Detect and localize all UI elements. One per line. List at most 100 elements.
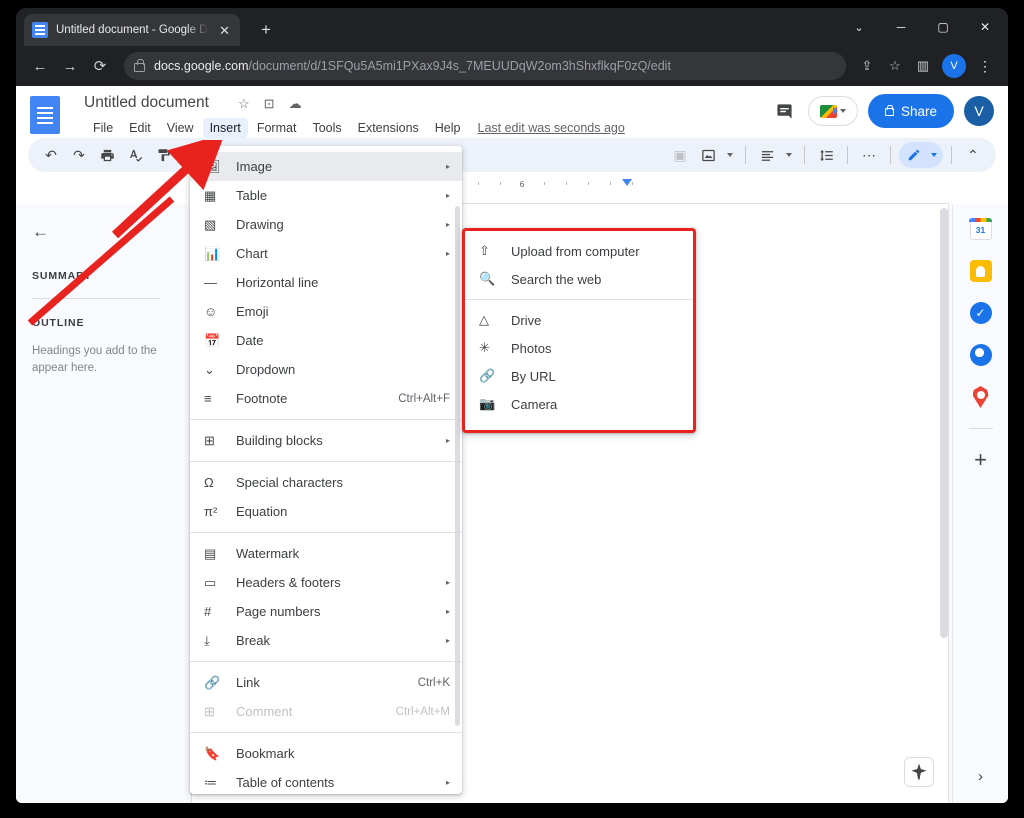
line-spacing-icon[interactable] xyxy=(813,142,839,168)
close-tab-icon[interactable]: ✕ xyxy=(217,22,232,39)
hide-menus-icon[interactable]: ⌃ xyxy=(960,142,986,168)
tab-search-icon[interactable]: ⌄ xyxy=(838,8,880,46)
cloud-saved-icon[interactable]: ☁ xyxy=(289,97,302,110)
share-button[interactable]: Share xyxy=(868,94,954,128)
forward-icon[interactable]: → xyxy=(56,52,84,80)
calendar-icon[interactable]: 31 xyxy=(970,218,992,240)
menu-item-photos[interactable]: ✳Photos xyxy=(465,334,693,362)
menu-item-headers-footers[interactable]: ▭Headers & footers▸ xyxy=(190,568,462,597)
address-bar[interactable]: docs.google.com/document/d/1SFQu5A5mi1PX… xyxy=(124,52,846,80)
menu-tools[interactable]: Tools xyxy=(305,118,348,138)
menu-item-footnote[interactable]: ≡FootnoteCtrl+Alt+F xyxy=(190,384,462,413)
chrome-menu-icon[interactable]: ⋮ xyxy=(972,53,998,79)
document-ruler[interactable]: 4 5 6 xyxy=(16,176,1008,192)
menu-extensions[interactable]: Extensions xyxy=(351,118,426,138)
reload-icon[interactable]: ⟳ xyxy=(86,52,114,80)
expand-rail-icon[interactable]: › xyxy=(978,768,983,785)
get-addons-button[interactable]: + xyxy=(974,449,987,471)
insert-image-icon[interactable] xyxy=(695,142,721,168)
menu-item-dropdown[interactable]: ⌄Dropdown xyxy=(190,355,462,384)
vertical-scrollbar[interactable] xyxy=(940,208,948,638)
menu-item-chart[interactable]: 📊Chart▸ xyxy=(190,239,462,268)
last-edit-status[interactable]: Last edit was seconds ago xyxy=(476,118,627,138)
toolbar-divider xyxy=(745,146,746,164)
menu-format[interactable]: Format xyxy=(250,118,304,138)
star-icon[interactable]: ☆ xyxy=(238,97,250,110)
menu-item-label: Upload from computer xyxy=(511,244,640,259)
menu-item-horizontal-line[interactable]: —Horizontal line xyxy=(190,268,462,297)
menu-edit[interactable]: Edit xyxy=(122,118,158,138)
menu-item-drive[interactable]: △Drive xyxy=(465,306,693,334)
insert-menu[interactable]: 🖼Image▸▦Table▸▧Drawing▸📊Chart▸—Horizonta… xyxy=(190,146,462,794)
menu-item-table[interactable]: ▦Table▸ xyxy=(190,181,462,210)
maximize-icon[interactable]: ▢ xyxy=(922,8,964,46)
menu-item-link[interactable]: 🔗LinkCtrl+K xyxy=(190,668,462,697)
menu-item-special-characters[interactable]: ΩSpecial characters xyxy=(190,468,462,497)
menu-item-camera[interactable]: 📷Camera xyxy=(465,390,693,418)
menu-item-bookmark[interactable]: 🔖Bookmark xyxy=(190,739,462,768)
paint-format-icon[interactable] xyxy=(150,142,176,168)
menu-item-shortcut: Ctrl+K xyxy=(418,677,450,689)
align-caret-icon[interactable] xyxy=(782,153,796,157)
insert-comment-icon[interactable]: ▣ xyxy=(667,142,693,168)
close-outline-icon[interactable]: ← xyxy=(32,222,160,242)
submenu-arrow-icon: ▸ xyxy=(446,778,450,787)
menu-view[interactable]: View xyxy=(160,118,201,138)
close-window-icon[interactable]: ✕ xyxy=(964,8,1006,46)
menu-item-by-url[interactable]: 🔗By URL xyxy=(465,362,693,390)
editing-mode-button[interactable] xyxy=(899,142,943,168)
menu-file[interactable]: File xyxy=(86,118,120,138)
side-panel-icon[interactable]: ▥ xyxy=(910,53,936,79)
align-icon[interactable] xyxy=(754,142,780,168)
google-meet-button[interactable] xyxy=(808,96,858,126)
undo-icon[interactable]: ↶ xyxy=(38,142,64,168)
move-to-folder-icon[interactable]: ⊡ xyxy=(264,97,275,110)
contacts-icon[interactable] xyxy=(970,344,992,366)
account-avatar[interactable]: V xyxy=(964,96,994,126)
side-rail: 31 + › xyxy=(952,204,1008,803)
menu-item-label: Building blocks xyxy=(236,433,323,448)
screenshot-root: Untitled document - Google Doc ✕ + ⌄ ─ ▢… xyxy=(0,0,1024,818)
explore-button[interactable] xyxy=(904,757,934,787)
menu-item-upload-from-computer[interactable]: ⇧Upload from computer xyxy=(465,237,693,265)
print-icon[interactable] xyxy=(94,142,120,168)
browser-tab[interactable]: Untitled document - Google Doc ✕ xyxy=(24,14,240,46)
menu-item-search-the-web[interactable]: 🔍Search the web xyxy=(465,265,693,293)
more-options-icon[interactable]: ⋯ xyxy=(856,142,882,168)
menu-separator xyxy=(190,419,462,420)
spellcheck-icon[interactable] xyxy=(122,142,148,168)
document-title[interactable]: Untitled document xyxy=(84,94,209,112)
menu-item-page-numbers[interactable]: #Page numbers▸ xyxy=(190,597,462,626)
menu-item-emoji[interactable]: ☺Emoji xyxy=(190,297,462,326)
bookmark-star-icon[interactable]: ☆ xyxy=(882,53,908,79)
new-tab-button[interactable]: + xyxy=(254,18,278,42)
menu-item-break[interactable]: ⤓Break▸ xyxy=(190,626,462,655)
comment-history-icon[interactable] xyxy=(772,98,798,124)
editing-mode-caret-icon[interactable] xyxy=(927,153,941,157)
menu-item-drawing[interactable]: ▧Drawing▸ xyxy=(190,210,462,239)
minimize-icon[interactable]: ─ xyxy=(880,8,922,46)
docs-logo-icon[interactable] xyxy=(30,96,60,134)
menu-item-table-of-contents[interactable]: ≔Table of contents▸ xyxy=(190,768,462,794)
image-submenu[interactable]: ⇧Upload from computer🔍Search the web △Dri… xyxy=(462,228,696,433)
redo-icon[interactable]: ↷ xyxy=(66,142,92,168)
share-page-icon[interactable]: ⇪ xyxy=(854,53,880,79)
menu-item-watermark[interactable]: ▤Watermark xyxy=(190,539,462,568)
menu-item-equation[interactable]: π²Equation xyxy=(190,497,462,526)
menu-item-date[interactable]: 📅Date xyxy=(190,326,462,355)
right-indent-marker[interactable] xyxy=(622,179,632,186)
tasks-icon[interactable] xyxy=(970,302,992,324)
back-icon[interactable]: ← xyxy=(26,52,54,80)
keep-icon[interactable] xyxy=(970,260,992,282)
image-options-caret-icon[interactable] xyxy=(723,153,737,157)
menu-item-label: Table of contents xyxy=(236,775,334,790)
menu-item-image[interactable]: 🖼Image▸ xyxy=(190,152,462,181)
menu-help[interactable]: Help xyxy=(428,118,468,138)
menu-item-building-blocks[interactable]: ⊞Building blocks▸ xyxy=(190,426,462,455)
browser-profile-avatar[interactable]: V xyxy=(942,54,966,78)
tab-strip: Untitled document - Google Doc ✕ + ⌄ ─ ▢… xyxy=(16,8,1008,46)
menu-scrollbar[interactable] xyxy=(455,206,460,726)
maps-icon[interactable] xyxy=(973,386,989,408)
building-blocks-icon: ⊞ xyxy=(204,433,224,449)
menu-insert[interactable]: Insert xyxy=(203,118,248,138)
